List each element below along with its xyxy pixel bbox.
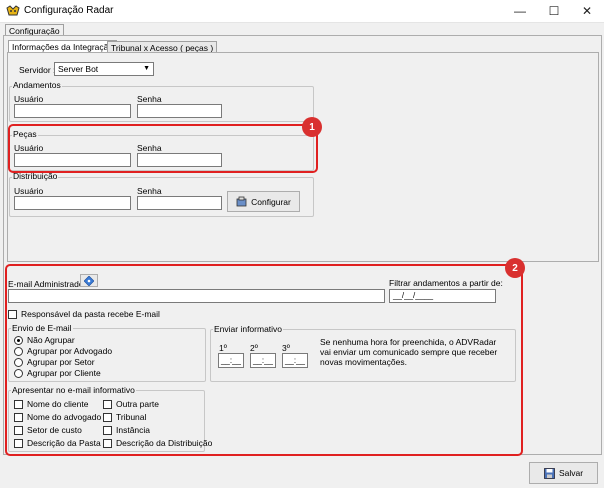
app-logo-icon [6, 5, 20, 16]
salvar-label: Salvar [558, 468, 584, 478]
andamentos-senha-input[interactable] [137, 104, 222, 118]
distribuicao-usuario-input[interactable] [14, 196, 131, 210]
andamentos-legend: Andamentos [12, 80, 62, 90]
window-title: Configuração Radar [24, 5, 114, 16]
configurar-button[interactable]: Configurar [227, 191, 300, 212]
servidor-label: Servidor : [19, 65, 56, 75]
distribuicao-senha-input[interactable] [137, 196, 222, 210]
andamentos-usuario-input[interactable] [14, 104, 131, 118]
configurar-label: Configurar [251, 196, 291, 207]
chevron-down-icon: ▼ [143, 65, 150, 72]
minimize-button[interactable]: — [503, 0, 537, 22]
settings-icon [236, 196, 247, 207]
distribuicao-usuario-label: Usuário [14, 186, 44, 196]
andamentos-senha-label: Senha [137, 94, 162, 104]
servidor-select[interactable]: Server Bot ▼ [54, 62, 154, 76]
close-button[interactable]: ✕ [570, 0, 604, 22]
annotation-highlight-2 [5, 264, 523, 456]
annotation-badge-1: 1 [302, 117, 322, 137]
annotation-highlight-1 [8, 124, 318, 173]
distribuicao-senha-label: Senha [137, 186, 162, 196]
annotation-badge-2: 2 [505, 258, 525, 278]
andamentos-usuario-label: Usuário [14, 94, 44, 104]
salvar-button[interactable]: Salvar [529, 462, 598, 484]
servidor-value: Server Bot [58, 64, 99, 74]
save-icon [544, 467, 555, 479]
maximize-button[interactable]: ☐ [537, 0, 571, 22]
